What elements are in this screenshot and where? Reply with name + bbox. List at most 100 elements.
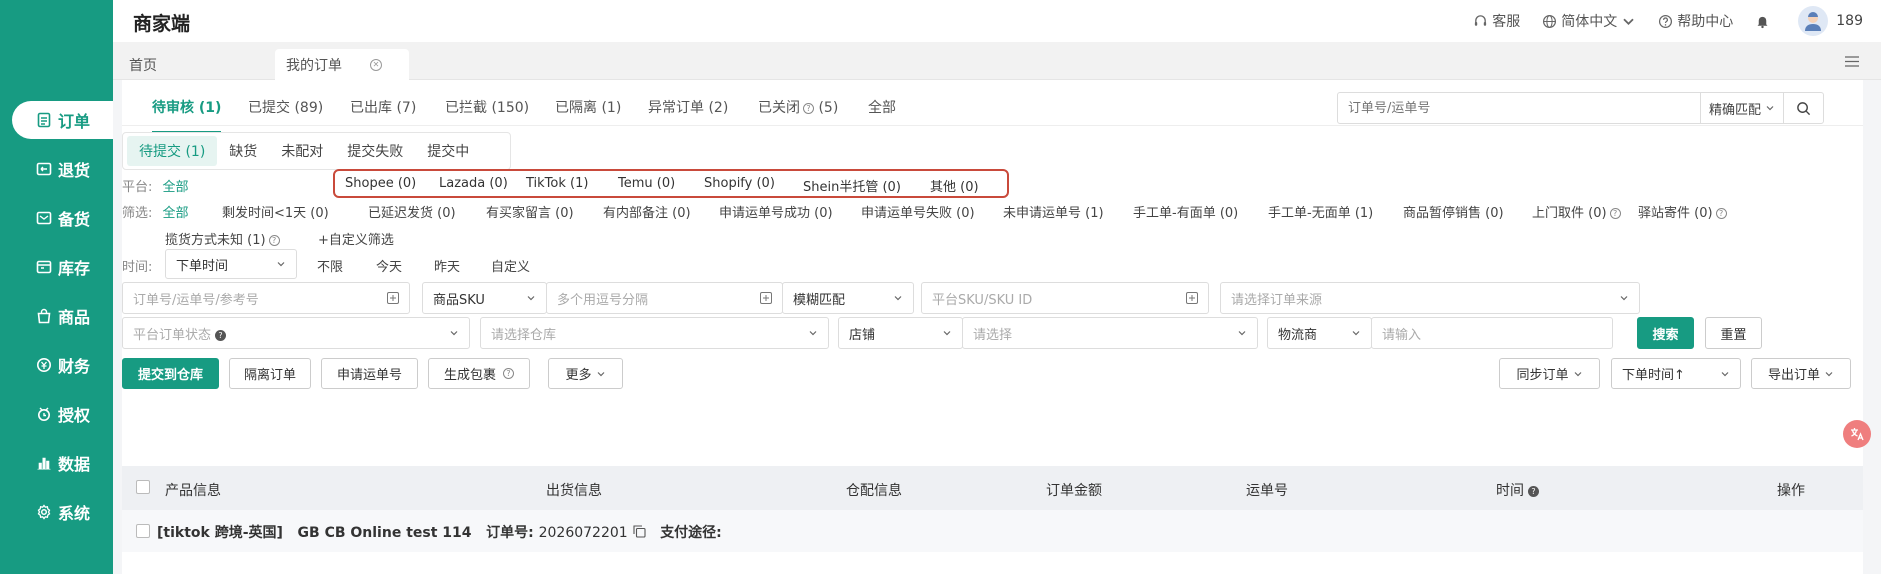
time-type-select[interactable]: 下单时间 xyxy=(165,249,297,279)
carrier-type-select[interactable]: 物流商 xyxy=(1267,317,1372,349)
sidebar-item-inventory[interactable]: 库存 xyxy=(12,248,114,286)
platform-shopee[interactable]: Shopee (0) xyxy=(345,176,416,191)
notifications-button[interactable] xyxy=(1755,14,1770,29)
export-orders-button[interactable]: 导出订单 xyxy=(1751,358,1851,389)
store-select[interactable]: 请选择 xyxy=(962,317,1258,349)
sync-orders-button[interactable]: 同步订单 xyxy=(1499,358,1600,389)
sidebar-item-products[interactable]: 商品 xyxy=(12,297,114,335)
time-option-today[interactable]: 今天 xyxy=(376,256,402,275)
filter-waybill-failed[interactable]: 申请运单号失败 (0) xyxy=(861,202,975,221)
submit-to-warehouse-button[interactable]: 提交到仓库 xyxy=(122,358,219,389)
filter-label: 筛选: xyxy=(122,206,153,221)
filter-delayed[interactable]: 已延迟发货 (0) xyxy=(368,202,456,221)
platform-sku-input[interactable]: 平台SKU/SKU ID xyxy=(921,282,1209,314)
filter-all[interactable]: 全部 xyxy=(163,206,189,221)
sku-match-select[interactable]: 模糊匹配 xyxy=(782,282,914,314)
filter-ship-lt-1day[interactable]: 剩发时间<1天 (0) xyxy=(222,202,329,221)
time-option-any[interactable]: 不限 xyxy=(317,256,343,275)
filter-waybill-success[interactable]: 申请运单号成功 (0) xyxy=(719,202,833,221)
table-row xyxy=(122,552,1863,574)
filter-pickup[interactable]: 上门取件 (0)? xyxy=(1532,202,1621,221)
platform-shopify[interactable]: Shopify (0) xyxy=(704,176,775,191)
support-link[interactable]: 客服 xyxy=(1473,11,1520,31)
subtab-submit-failed[interactable]: 提交失败 xyxy=(335,136,415,166)
search-input[interactable] xyxy=(1338,93,1700,123)
language-select[interactable]: 简体中文 xyxy=(1542,11,1636,31)
sku-type-select[interactable]: 商品SKU xyxy=(422,282,547,314)
sidebar-item-data[interactable]: 数据 xyxy=(12,444,114,482)
menu-icon[interactable] xyxy=(1845,56,1859,67)
subtab-to-submit[interactable]: 待提交 (1) xyxy=(127,136,218,166)
tab-submitted[interactable]: 已提交 (89) xyxy=(248,97,323,117)
platform-tiktok[interactable]: TikTok (1) xyxy=(526,176,588,191)
filter-pickup-label: 上门取件 (0) xyxy=(1532,206,1607,221)
filter-buyer-message[interactable]: 有买家留言 (0) xyxy=(486,202,574,221)
match-mode-select[interactable]: 精确匹配 xyxy=(1700,93,1783,123)
filter-manual-no-label[interactable]: 手工单-无面单 (1) xyxy=(1268,202,1373,221)
order-store-name: GB CB Online test 114 xyxy=(297,525,472,541)
sort-select[interactable]: 下单时间↑ xyxy=(1611,358,1741,389)
search-button[interactable] xyxy=(1783,93,1823,123)
sidebar-item-system[interactable]: 系统 xyxy=(12,493,114,531)
platform-other[interactable]: 其他 (0) xyxy=(930,176,979,195)
col-warehouse-info: 仓配信息 xyxy=(846,483,902,499)
platform-status-placeholder: 平台订单状态? xyxy=(133,324,227,343)
platform-status-select[interactable]: 平台订单状态? xyxy=(122,317,470,349)
tab-isolated[interactable]: 已隔离 (1) xyxy=(555,97,621,117)
tab-all[interactable]: 全部 xyxy=(868,97,896,117)
custom-filter-link[interactable]: +自定义筛选 xyxy=(318,229,394,248)
sidebar-item-authorization[interactable]: 授权 xyxy=(12,395,114,433)
select-all-checkbox[interactable] xyxy=(136,480,150,494)
tab-shipped[interactable]: 已出库 (7) xyxy=(350,97,416,117)
help-center-link[interactable]: 帮助中心 xyxy=(1658,11,1733,31)
subtab-unpaired[interactable]: 未配对 xyxy=(269,136,335,166)
sidebar-item-orders[interactable]: 订单 xyxy=(12,101,114,139)
sku-input[interactable]: 多个用逗号分隔 xyxy=(546,282,783,314)
platform-shein[interactable]: Shein半托管 (0) xyxy=(803,176,901,195)
sidebar-item-finance[interactable]: 财务 xyxy=(12,346,114,384)
sidebar-item-stock-prep[interactable]: 备货 xyxy=(12,199,114,237)
filter-product-paused[interactable]: 商品暂停销售 (0) xyxy=(1403,202,1504,221)
apply-waybill-button[interactable]: 申请运单号 xyxy=(321,358,418,389)
filter-no-waybill[interactable]: 未申请运单号 (1) xyxy=(1003,202,1104,221)
translate-fab-button[interactable] xyxy=(1843,420,1871,448)
store-type-select[interactable]: 店铺 xyxy=(838,317,963,349)
avatar[interactable] xyxy=(1798,6,1829,36)
batch-input-icon[interactable] xyxy=(760,292,772,304)
copy-icon[interactable] xyxy=(633,525,646,538)
tab-closed[interactable]: 已关闭? (5) xyxy=(758,97,838,117)
platform-all[interactable]: 全部 xyxy=(163,180,189,195)
subtab-out-of-stock[interactable]: 缺货 xyxy=(217,136,269,166)
filter-station[interactable]: 驿站寄件 (0)? xyxy=(1638,202,1727,221)
tab-intercepted[interactable]: 已拦截 (150) xyxy=(445,97,529,117)
order-ref-input[interactable]: 订单号/运单号/参考号 xyxy=(122,282,410,314)
generate-package-button[interactable]: 生成包裹 ? xyxy=(428,358,530,389)
search-submit-button[interactable]: 搜索 xyxy=(1637,317,1694,349)
batch-input-icon[interactable] xyxy=(387,292,399,304)
close-icon[interactable]: ✕ xyxy=(370,58,382,71)
order-checkbox[interactable] xyxy=(136,524,150,538)
isolate-order-button[interactable]: 隔离订单 xyxy=(229,358,311,389)
time-option-yesterday[interactable]: 昨天 xyxy=(434,256,460,275)
filter-collect-unknown[interactable]: 揽货方式未知 (1)? xyxy=(165,229,280,248)
tab-abnormal[interactable]: 异常订单 (2) xyxy=(648,97,728,117)
subtab-submitting[interactable]: 提交中 xyxy=(415,136,481,166)
tab-pending-review[interactable]: 待审核 (1) xyxy=(152,97,222,133)
platform-temu[interactable]: Temu (0) xyxy=(618,176,675,191)
time-filter-label-row: 时间: xyxy=(122,256,152,275)
filter-manual-with-label[interactable]: 手工单-有面单 (0) xyxy=(1133,202,1238,221)
filter-internal-note[interactable]: 有内部备注 (0) xyxy=(603,202,691,221)
globe-icon xyxy=(1543,14,1557,28)
reset-button[interactable]: 重置 xyxy=(1705,317,1762,349)
tab-home[interactable]: 首页 xyxy=(129,49,229,80)
sidebar-item-returns[interactable]: 退货 xyxy=(12,150,114,188)
tab-my-orders[interactable]: 我的订单 ✕ xyxy=(275,49,409,80)
platform-lazada[interactable]: Lazada (0) xyxy=(439,176,508,191)
warehouse-select[interactable]: 请选择仓库 xyxy=(480,317,829,349)
sidebar: 订单 退货 备货 库存 商品 财务 授权 数据 系统 xyxy=(0,0,114,574)
more-actions-button[interactable]: 更多 xyxy=(548,358,623,389)
carrier-input[interactable]: 请输入 xyxy=(1371,317,1613,349)
batch-input-icon[interactable] xyxy=(1186,292,1198,304)
order-source-select[interactable]: 请选择订单来源 xyxy=(1220,282,1640,314)
time-option-custom[interactable]: 自定义 xyxy=(491,256,530,275)
